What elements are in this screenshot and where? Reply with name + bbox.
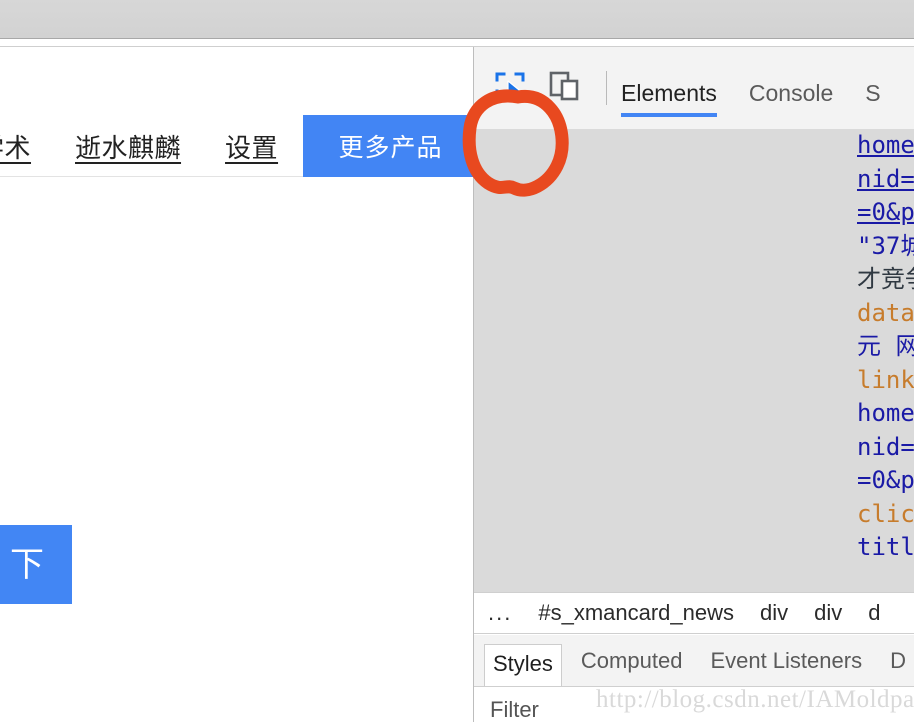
download-tile-label: 下	[10, 545, 44, 584]
breadcrumb-item-div-1[interactable]: div	[760, 600, 788, 626]
site-nav-links: 学术 逝水麒麟 设置	[0, 115, 322, 177]
nav-link-settings[interactable]: 设置	[225, 128, 278, 165]
breadcrumb-item-s-xmancard-news[interactable]: #s_xmancard_news	[538, 600, 734, 626]
code-token: 元 网	[857, 332, 914, 360]
device-toolbar-icon	[548, 70, 580, 107]
device-toolbar-button[interactable]	[540, 64, 588, 112]
devtools-panel: Elements Console S home nid= =0&p "37城 才…	[473, 47, 914, 722]
code-line: 才竞争	[857, 263, 914, 297]
nav-link-shishuiqilin[interactable]: 逝水麒麟	[75, 128, 181, 165]
code-token: home	[857, 399, 914, 427]
nav-more-products-button[interactable]: 更多产品	[303, 115, 473, 177]
code-token: nid=	[857, 164, 914, 193]
code-line: home	[857, 129, 914, 163]
code-line: data	[857, 297, 914, 331]
code-token: clic	[857, 499, 914, 528]
devtools-tab-bar: Elements Console S	[621, 47, 913, 129]
code-line: titl	[857, 531, 914, 565]
elements-tree-panel[interactable]: home nid= =0&p "37城 才竞争 data 元 网 link ho…	[474, 129, 914, 592]
code-line: link	[857, 364, 914, 398]
elements-code-column: home nid= =0&p "37城 才竞争 data 元 网 link ho…	[857, 129, 914, 565]
code-line: nid=	[857, 163, 914, 197]
nav-link-academic[interactable]: 学术	[0, 128, 31, 165]
tab-computed[interactable]: Computed	[572, 642, 692, 680]
tab-event-listeners[interactable]: Event Listeners	[701, 642, 871, 680]
browser-chrome-strip	[0, 0, 914, 39]
browser-chrome-background	[0, 0, 914, 38]
browser-chrome-gap	[0, 39, 914, 47]
site-navigation-bar: 学术 逝水麒麟 设置 更多产品	[0, 115, 473, 177]
code-line: "37城	[857, 230, 914, 264]
tab-styles[interactable]: Styles	[484, 643, 562, 686]
download-tile-button[interactable]: 下	[0, 525, 72, 604]
code-token: nid=	[857, 432, 914, 461]
code-token: data	[857, 298, 914, 327]
code-line: home	[857, 397, 914, 431]
code-token: "37城	[857, 231, 914, 260]
inspect-element-icon	[493, 69, 527, 108]
tab-console[interactable]: Console	[749, 80, 833, 129]
code-line: nid=	[857, 431, 914, 465]
code-token: link	[857, 365, 914, 394]
webpage-viewport: 学术 逝水麒麟 设置 更多产品 下	[0, 47, 473, 722]
breadcrumb-item-div-3[interactable]: d	[868, 600, 880, 626]
styles-sidebar-tab-bar: Styles Computed Event Listeners D	[474, 635, 914, 687]
code-line: =0&p	[857, 464, 914, 498]
inspect-element-button[interactable]	[486, 64, 534, 112]
code-token: =0&p	[857, 198, 914, 226]
breadcrumb-ellipsis[interactable]: ...	[488, 600, 512, 626]
breadcrumb-item-div-2[interactable]: div	[814, 600, 842, 626]
code-token: =0&p	[857, 466, 914, 494]
tab-elements[interactable]: Elements	[621, 80, 717, 129]
code-token: home	[857, 131, 914, 159]
tab-dom-breakpoints[interactable]: D	[881, 642, 914, 680]
code-token: titl	[857, 533, 914, 561]
devtools-toolbar: Elements Console S	[474, 47, 914, 129]
tab-sources[interactable]: S	[865, 80, 880, 129]
code-line: clic	[857, 498, 914, 532]
code-line: 元 网	[857, 330, 914, 364]
toolbar-divider	[606, 71, 607, 105]
elements-breadcrumb: ... #s_xmancard_news div div d	[474, 592, 914, 634]
code-token: 才竞争	[857, 265, 914, 293]
nav-more-products-label: 更多产品	[338, 134, 443, 162]
watermark-text: http://blog.csdn.net/IAMoldpan	[596, 686, 914, 713]
code-line: =0&p	[857, 196, 914, 230]
